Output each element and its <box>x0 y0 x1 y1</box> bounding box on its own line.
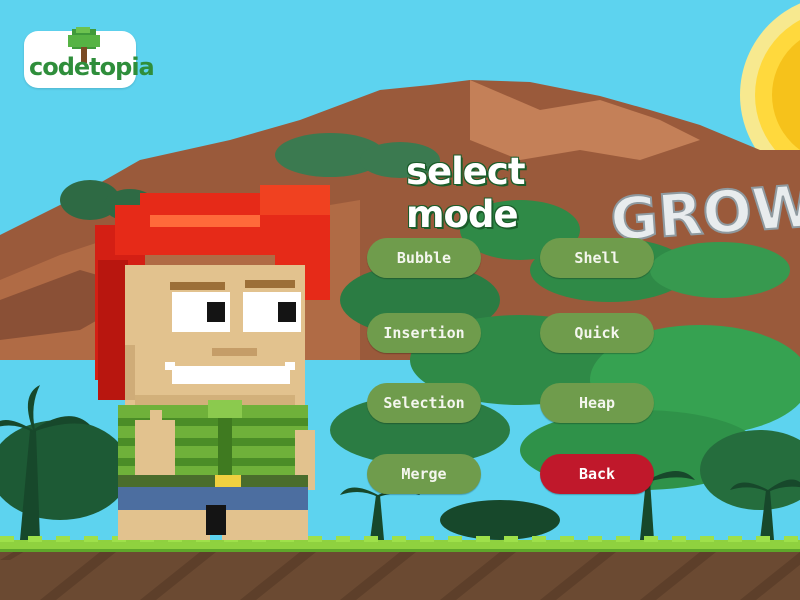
game-screen: GROW codetopia select mode Bubble Shell … <box>0 0 800 600</box>
insertion-button[interactable]: Insertion <box>367 313 481 353</box>
codetopia-logo: codetopia <box>24 27 155 88</box>
back-button[interactable]: Back <box>540 454 654 494</box>
merge-button[interactable]: Merge <box>367 454 481 494</box>
selection-button[interactable]: Selection <box>367 383 481 423</box>
ground <box>0 536 800 600</box>
bubble-button[interactable]: Bubble <box>367 238 481 278</box>
quick-button[interactable]: Quick <box>540 313 654 353</box>
background-scene: GROW <box>0 0 800 600</box>
shell-button[interactable]: Shell <box>540 238 654 278</box>
logo-text: codetopia <box>29 53 155 81</box>
page-title: select mode <box>406 150 526 236</box>
character-sprite <box>95 185 330 540</box>
heap-button[interactable]: Heap <box>540 383 654 423</box>
